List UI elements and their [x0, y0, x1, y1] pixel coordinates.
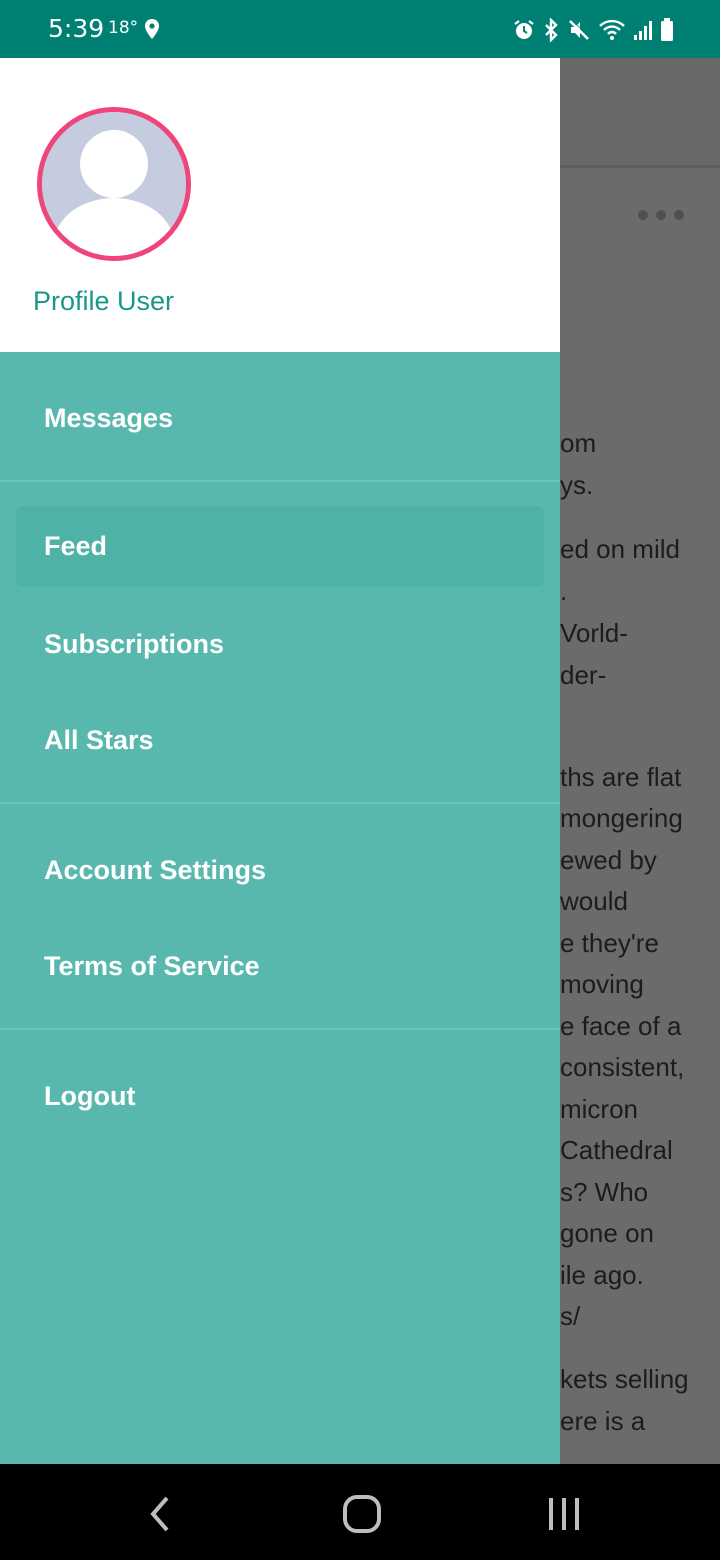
background-text-line: moving: [560, 969, 644, 999]
profile-name[interactable]: Profile User: [33, 286, 174, 317]
background-text-line: Cathedral: [560, 1135, 673, 1165]
status-bar: 5:39 18°: [0, 0, 720, 58]
status-icons: [513, 17, 674, 43]
nav-item-label: Subscriptions: [44, 628, 225, 659]
background-text-line: .: [560, 576, 568, 606]
signal-icon: [633, 19, 653, 41]
nav-item-account-settings[interactable]: Account Settings: [16, 830, 544, 910]
divider: [0, 1028, 560, 1030]
bluetooth-icon: [542, 18, 560, 42]
nav-item-label: All Stars: [44, 724, 154, 755]
background-text-line: consistent,: [560, 1052, 685, 1082]
divider: [0, 802, 560, 804]
navigation-drawer: Profile User Messages Feed Subscriptions…: [0, 58, 560, 1464]
mute-icon: [567, 18, 591, 42]
system-nav-bar: [0, 1464, 720, 1560]
home-icon[interactable]: [332, 1486, 392, 1542]
background-text-line: e they're: [560, 928, 659, 958]
divider: [0, 480, 560, 482]
alarm-icon: [513, 19, 535, 41]
background-text-line: kets selling: [560, 1364, 689, 1394]
background-text-line: ys.: [560, 470, 594, 500]
nav-item-messages[interactable]: Messages: [16, 378, 544, 458]
background-text-line: der-: [560, 660, 607, 690]
background-text-line: s? Who: [560, 1177, 649, 1207]
background-text-line: om: [560, 428, 597, 458]
background-text-line: would: [560, 886, 628, 916]
background-text-line: ths are flat: [560, 762, 682, 792]
background-text-line: e face of a: [560, 1011, 682, 1041]
background-text-line: gone on: [560, 1218, 654, 1248]
nav-item-terms-of-service[interactable]: Terms of Service: [16, 926, 544, 1006]
drawer-header: Profile User: [0, 58, 560, 352]
nav-item-label: Terms of Service: [44, 950, 260, 981]
nav-item-label: Account Settings: [44, 854, 267, 885]
nav-item-label: Messages: [44, 402, 174, 433]
nav-item-all-stars[interactable]: All Stars: [16, 700, 544, 780]
wifi-icon: [598, 18, 626, 42]
status-temperature: 18°: [108, 18, 139, 38]
background-text-line: micron: [560, 1094, 639, 1124]
background-text-line: ere is a: [560, 1406, 646, 1436]
recents-icon[interactable]: [534, 1486, 594, 1542]
nav-item-logout[interactable]: Logout: [16, 1056, 544, 1136]
background-text-line: s/: [560, 1301, 581, 1331]
avatar[interactable]: [37, 107, 191, 261]
battery-icon: [660, 18, 674, 42]
nav-item-feed[interactable]: Feed: [16, 506, 544, 586]
background-text-line: ewed by: [560, 845, 657, 875]
background-text-line: mongering: [560, 803, 683, 833]
nav-item-label: Logout: [44, 1080, 136, 1111]
status-time: 5:39: [48, 14, 105, 43]
background-text-line: ed on mild: [560, 534, 680, 564]
back-icon[interactable]: [130, 1486, 190, 1542]
location-icon: [143, 18, 161, 40]
more-options-icon: [638, 210, 684, 220]
background-text-line: ile ago.: [560, 1260, 644, 1290]
nav-item-subscriptions[interactable]: Subscriptions: [16, 604, 544, 684]
nav-item-label: Feed: [44, 530, 108, 561]
background-text-line: Vorld-: [560, 618, 628, 648]
